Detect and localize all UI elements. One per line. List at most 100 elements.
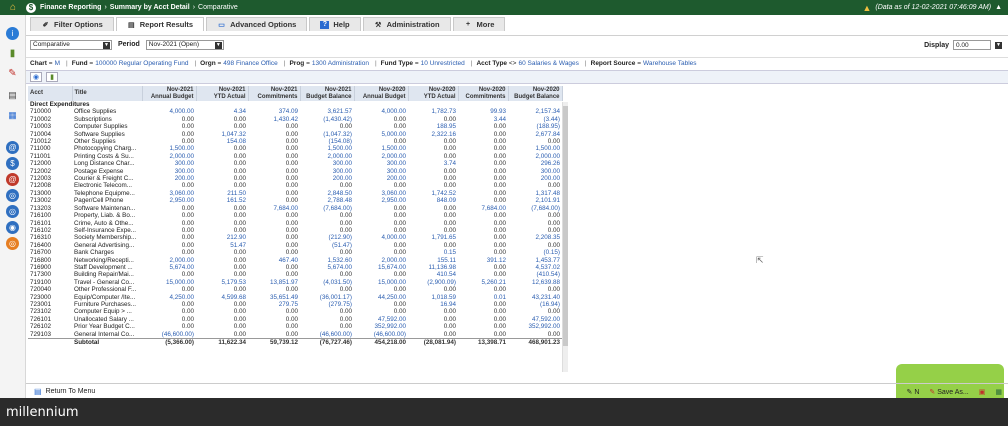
amount-cell[interactable]: 2,848.50 [300, 190, 354, 197]
amount-cell[interactable]: 0.01 [458, 294, 508, 301]
criteria-value[interactable]: Warehouse Tables [643, 60, 696, 67]
column-header[interactable]: Acct [28, 86, 73, 101]
save-as-button[interactable]: ✎ Save As... [929, 388, 968, 396]
amount-cell[interactable]: 13,851.97 [248, 279, 300, 286]
amount-cell[interactable]: 300.00 [508, 168, 562, 175]
nav-icon-7[interactable]: ◎ [6, 237, 19, 250]
amount-cell[interactable]: 1,782.73 [408, 108, 458, 115]
amount-cell[interactable]: (7,684.00) [300, 205, 354, 212]
criteria-value[interactable]: M [55, 60, 60, 67]
amount-cell[interactable]: 211.50 [196, 190, 248, 197]
tab-administration[interactable]: ⚒ Administration [362, 17, 451, 31]
breadcrumb-finance-reporting[interactable]: Finance Reporting [40, 4, 101, 11]
amount-cell[interactable]: 3,621.57 [300, 108, 354, 115]
amount-cell[interactable]: 4,000.00 [142, 108, 196, 115]
amount-cell[interactable]: 4,599.68 [196, 294, 248, 301]
column-header[interactable]: Nov-2021 Annual Budget [142, 86, 197, 101]
amount-cell[interactable]: 410.54 [408, 271, 458, 278]
amount-cell[interactable]: 15,674.00 [354, 264, 408, 271]
nav-icon-3[interactable]: @ [6, 173, 19, 186]
amount-cell[interactable]: 5,179.53 [196, 279, 248, 286]
amount-cell[interactable]: 3.44 [458, 116, 508, 123]
nav-icon-4[interactable]: ◎ [6, 189, 19, 202]
amount-cell[interactable]: 300.00 [354, 160, 408, 167]
report-type-select[interactable]: Comparative ▼ [30, 39, 112, 50]
scrollbar-thumb[interactable] [563, 106, 568, 346]
amount-cell[interactable]: 200.00 [300, 175, 354, 182]
amount-cell[interactable]: (212.90) [300, 234, 354, 241]
amount-cell[interactable]: (2,900.09) [408, 279, 458, 286]
document-icon[interactable]: ▦ [6, 109, 19, 122]
amount-cell[interactable]: 1,453.77 [508, 257, 562, 264]
nav-icon-1[interactable]: @ [6, 141, 19, 154]
column-header[interactable]: Nov-2020 Commitments [458, 86, 509, 101]
amount-cell[interactable]: 11,136.98 [408, 264, 458, 271]
amount-cell[interactable]: 467.40 [248, 257, 300, 264]
amount-cell[interactable]: (410.54) [508, 271, 562, 278]
amount-cell[interactable]: 2,208.35 [508, 234, 562, 241]
amount-cell[interactable]: 4,537.02 [508, 264, 562, 271]
amount-cell[interactable]: 0.15 [408, 249, 458, 256]
dollar-icon[interactable]: $ [6, 157, 19, 170]
amount-cell[interactable]: 44,250.00 [354, 294, 408, 301]
amount-cell[interactable]: 1,500.00 [300, 145, 354, 152]
criteria-value[interactable]: 10 Unrestricted [421, 60, 465, 67]
amount-cell[interactable]: 188.95 [408, 123, 458, 130]
amount-cell[interactable]: 212.90 [196, 234, 248, 241]
amount-cell[interactable]: 374.09 [248, 108, 300, 115]
amount-cell[interactable]: (3.44) [508, 116, 562, 123]
amount-cell[interactable]: (51.47) [300, 242, 354, 249]
amount-cell[interactable]: 5,000.00 [354, 131, 408, 138]
column-header[interactable]: Nov-2021 Commitments [248, 86, 301, 101]
column-header[interactable]: Nov-2021 YTD Actual [196, 86, 249, 101]
amount-cell[interactable]: 300.00 [300, 160, 354, 167]
amount-cell[interactable]: 2,000.00 [142, 257, 196, 264]
amount-cell[interactable]: 2,000.00 [354, 153, 408, 160]
amount-cell[interactable]: (16.94) [508, 301, 562, 308]
chart-icon[interactable]: ▮ [46, 72, 58, 82]
tab-help[interactable]: ? Help [309, 17, 361, 31]
refresh-icon[interactable]: ◉ [30, 72, 42, 82]
amount-cell[interactable]: 2,157.34 [508, 108, 562, 115]
tab-filter-options[interactable]: ✐ Filter Options [30, 17, 114, 31]
note-button[interactable]: ✎ N [907, 388, 920, 396]
amount-cell[interactable]: 296.26 [508, 160, 562, 167]
criteria-value[interactable]: 60 Salaries & Wages [518, 60, 578, 67]
criteria-value[interactable]: 1300 Administration [312, 60, 369, 67]
amount-cell[interactable]: 200.00 [142, 175, 196, 182]
table-scrollbar[interactable] [562, 102, 568, 372]
amount-cell[interactable]: 5,260.21 [458, 279, 508, 286]
amount-cell[interactable]: 848.09 [408, 197, 458, 204]
amount-cell[interactable]: 15,000.00 [142, 279, 196, 286]
amount-cell[interactable]: 161.52 [196, 197, 248, 204]
amount-cell[interactable]: 7,684.00 [458, 205, 508, 212]
amount-cell[interactable]: (46,600.00) [300, 331, 354, 339]
amount-cell[interactable]: 2,788.48 [300, 197, 354, 204]
amount-cell[interactable]: (188.95) [508, 123, 562, 130]
amount-cell[interactable]: 3.74 [408, 160, 458, 167]
column-header[interactable]: Title [72, 86, 143, 101]
amount-cell[interactable]: 3,060.00 [354, 190, 408, 197]
amount-cell[interactable]: 2,000.00 [354, 257, 408, 264]
amount-cell[interactable]: 2,000.00 [142, 153, 196, 160]
amount-cell[interactable]: 4,000.00 [354, 234, 408, 241]
amount-cell[interactable]: 300.00 [300, 168, 354, 175]
amount-cell[interactable]: (1,047.32) [300, 131, 354, 138]
amount-cell[interactable]: 2,950.00 [142, 197, 196, 204]
display-select[interactable]: 0.00 [953, 40, 991, 50]
amount-cell[interactable]: 5,674.00 [300, 264, 354, 271]
amount-cell[interactable]: 47,592.00 [508, 316, 562, 323]
amount-cell[interactable]: 2,950.00 [354, 197, 408, 204]
criteria-value[interactable]: 100000 Regular Operating Fund [95, 60, 188, 67]
amount-cell[interactable]: 2,101.91 [508, 197, 562, 204]
return-to-menu-link[interactable]: Return To Menu [46, 388, 96, 395]
info-icon[interactable]: i [6, 27, 19, 40]
amount-cell[interactable]: 300.00 [354, 168, 408, 175]
collapse-up-icon[interactable]: ▲ [995, 4, 1002, 11]
amount-cell[interactable]: 2,000.00 [300, 153, 354, 160]
chart-icon[interactable]: ▮ [6, 47, 19, 60]
amount-cell[interactable]: (154.08) [300, 138, 354, 145]
amount-cell[interactable]: 3,060.00 [142, 190, 196, 197]
criteria-value[interactable]: 498 Finance Office [223, 60, 277, 67]
home-icon[interactable]: ⌂ [0, 0, 26, 15]
